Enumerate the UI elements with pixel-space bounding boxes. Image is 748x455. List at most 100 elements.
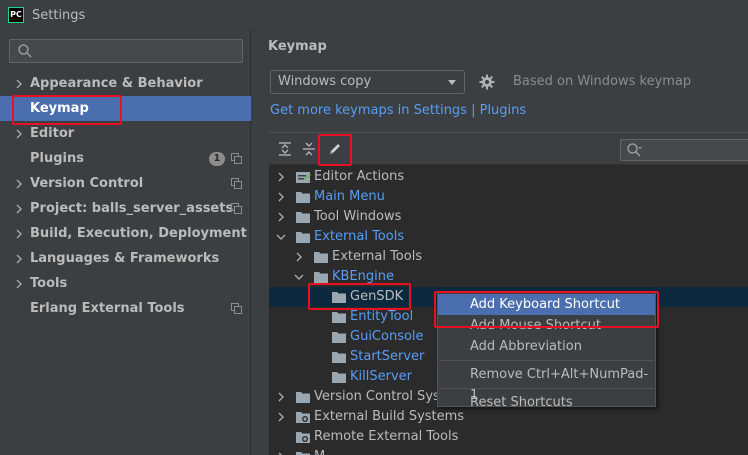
folder-icon (296, 212, 310, 223)
sidebar-item-label: Keymap (30, 101, 89, 116)
tree-row-label: Main Menu (314, 189, 385, 204)
sidebar-item-keymap[interactable]: Keymap (0, 96, 251, 121)
sidebar-item-appearance-behavior[interactable]: Appearance & Behavior (0, 71, 251, 96)
sidebar-item-erlang-external-tools[interactable]: Erlang External Tools (0, 296, 251, 321)
chevron-right-icon[interactable] (14, 129, 24, 139)
sidebar-item-label: Build, Execution, Deployment (30, 226, 247, 241)
chevron-right-icon[interactable] (276, 172, 286, 182)
settings-nav: Appearance & Behavior Keymap Editor Plugins… (0, 71, 251, 321)
tree-row-tool-windows[interactable]: Tool Windows (269, 207, 748, 227)
chevron-right-icon[interactable] (276, 392, 286, 402)
gear-icon[interactable] (479, 74, 495, 90)
sidebar-item-label: Project: balls_server_assets (30, 201, 234, 216)
sidebar-item-project-balls-server-assets[interactable]: Project: balls_server_assets (0, 196, 251, 221)
project-settings-icon (231, 303, 242, 314)
folder-icon (332, 372, 346, 383)
settings-folder-icon (296, 412, 310, 423)
menu-item-add-abbreviation[interactable]: Add Abbreviation (438, 336, 655, 357)
tree-row-label: Tool Windows (314, 209, 402, 224)
tree-row-label: StartServer (350, 349, 425, 364)
sidebar-item-plugins[interactable]: Plugins 1 (0, 146, 251, 171)
tree-row-label: EntityTool (350, 309, 414, 324)
page-title: Keymap (268, 39, 327, 54)
tree-row-label: External Tools (332, 249, 423, 264)
sidebar-item-label: Languages & Frameworks (30, 251, 220, 266)
settings-folder-icon (296, 432, 310, 443)
tree-row-main-menu[interactable]: Main Menu (269, 187, 748, 207)
chevron-down-icon[interactable] (294, 272, 304, 282)
chevron-right-icon[interactable] (14, 229, 24, 239)
pycharm-logo-icon: PC (8, 7, 24, 23)
folder-icon (296, 232, 310, 243)
sidebar-item-label: Erlang External Tools (30, 301, 185, 316)
update-count-badge: 1 (209, 152, 225, 166)
edit-pencil-icon[interactable] (327, 141, 343, 157)
folder-icon (332, 352, 346, 363)
folder-icon (332, 332, 346, 343)
project-settings-icon (231, 153, 242, 164)
menu-item-add-keyboard-shortcut[interactable]: Add Keyboard Shortcut (438, 294, 655, 315)
sidebar-item-build-execution-deployment[interactable]: Build, Execution, Deployment (0, 221, 251, 246)
title-bar: PC Settings (0, 0, 748, 30)
menu-item-add-mouse-shortcut[interactable]: Add Mouse Shortcut (438, 315, 655, 336)
chevron-right-icon[interactable] (14, 279, 24, 289)
chevron-right-icon[interactable] (276, 412, 286, 422)
chevron-right-icon[interactable] (14, 79, 24, 89)
chevron-right-icon[interactable] (14, 204, 24, 214)
sidebar-item-label: Editor (30, 126, 75, 141)
folder-icon (332, 312, 346, 323)
project-settings-icon (231, 178, 242, 189)
menu-item-remove-ctrl-alt-numpad-1[interactable]: Remove Ctrl+Alt+NumPad-1 (438, 364, 655, 403)
tree-row-remote-external-tools[interactable]: Remote External Tools (269, 427, 748, 447)
tree-row-label: M (314, 447, 325, 455)
chevron-right-icon[interactable] (14, 179, 24, 189)
chevron-right-icon[interactable] (294, 252, 304, 262)
tree-row-label: GenSDK (350, 289, 404, 304)
folder-icon (296, 192, 310, 203)
settings-search-input[interactable] (9, 39, 243, 63)
dropdown-arrow-icon (448, 80, 456, 85)
folder-icon (314, 252, 328, 263)
folder-icon (296, 392, 310, 403)
folder-icon (296, 452, 310, 455)
tree-row-external-tools[interactable]: External Tools (269, 247, 748, 267)
settings-sidebar: Appearance & Behavior Keymap Editor Plugins… (0, 30, 251, 455)
tree-row-label: KBEngine (332, 269, 394, 284)
keymap-select[interactable]: Windows copy (270, 70, 465, 94)
sidebar-item-label: Plugins (30, 151, 84, 166)
tree-row-kbengine[interactable]: KBEngine (269, 267, 748, 287)
based-on-label: Based on Windows keymap (513, 74, 692, 89)
chevron-right-icon[interactable] (276, 192, 286, 202)
folder-icon (314, 272, 328, 283)
sidebar-item-tools[interactable]: Tools (0, 271, 251, 296)
project-settings-icon (231, 203, 242, 214)
menu-separator (439, 360, 654, 361)
window-title: Settings (32, 7, 86, 23)
tree-row-label: Remote External Tools (314, 429, 459, 444)
tree-row-editor-actions[interactable]: Editor Actions (269, 167, 748, 187)
more-keymaps-link[interactable]: Get more keymaps in Settings | Plugins (270, 103, 526, 118)
sidebar-item-editor[interactable]: Editor (0, 121, 251, 146)
sidebar-item-label: Version Control (30, 176, 144, 191)
chevron-right-icon[interactable] (14, 254, 24, 264)
tree-row-label: External Tools (314, 229, 405, 244)
expand-all-icon[interactable] (277, 141, 293, 157)
sidebar-item-version-control[interactable]: Version Control (0, 171, 251, 196)
context-menu: Add Keyboard Shortcut Add Mouse Shortcut A… (437, 291, 656, 410)
search-icon (18, 44, 32, 58)
sidebar-item-label: Tools (30, 276, 68, 291)
sidebar-item-label: Appearance & Behavior (30, 76, 203, 91)
tree-row-label: Editor Actions (314, 169, 405, 184)
keymap-select-value: Windows copy (278, 74, 372, 89)
tree-row-m[interactable]: M (269, 447, 748, 455)
chevron-right-icon[interactable] (276, 212, 286, 222)
collapse-all-icon[interactable] (301, 141, 317, 157)
tree-row-label: KillServer (350, 369, 412, 384)
tree-row-label: GuiConsole (350, 329, 424, 344)
shortcut-filter-input[interactable] (620, 139, 748, 161)
menu-item-reset-shortcuts[interactable]: Reset Shortcuts (438, 392, 655, 413)
sidebar-item-languages-frameworks[interactable]: Languages & Frameworks (0, 246, 251, 271)
tree-row-external-tools[interactable]: External Tools (269, 227, 748, 247)
editor-actions-icon (296, 172, 311, 183)
chevron-down-icon[interactable] (276, 232, 286, 242)
